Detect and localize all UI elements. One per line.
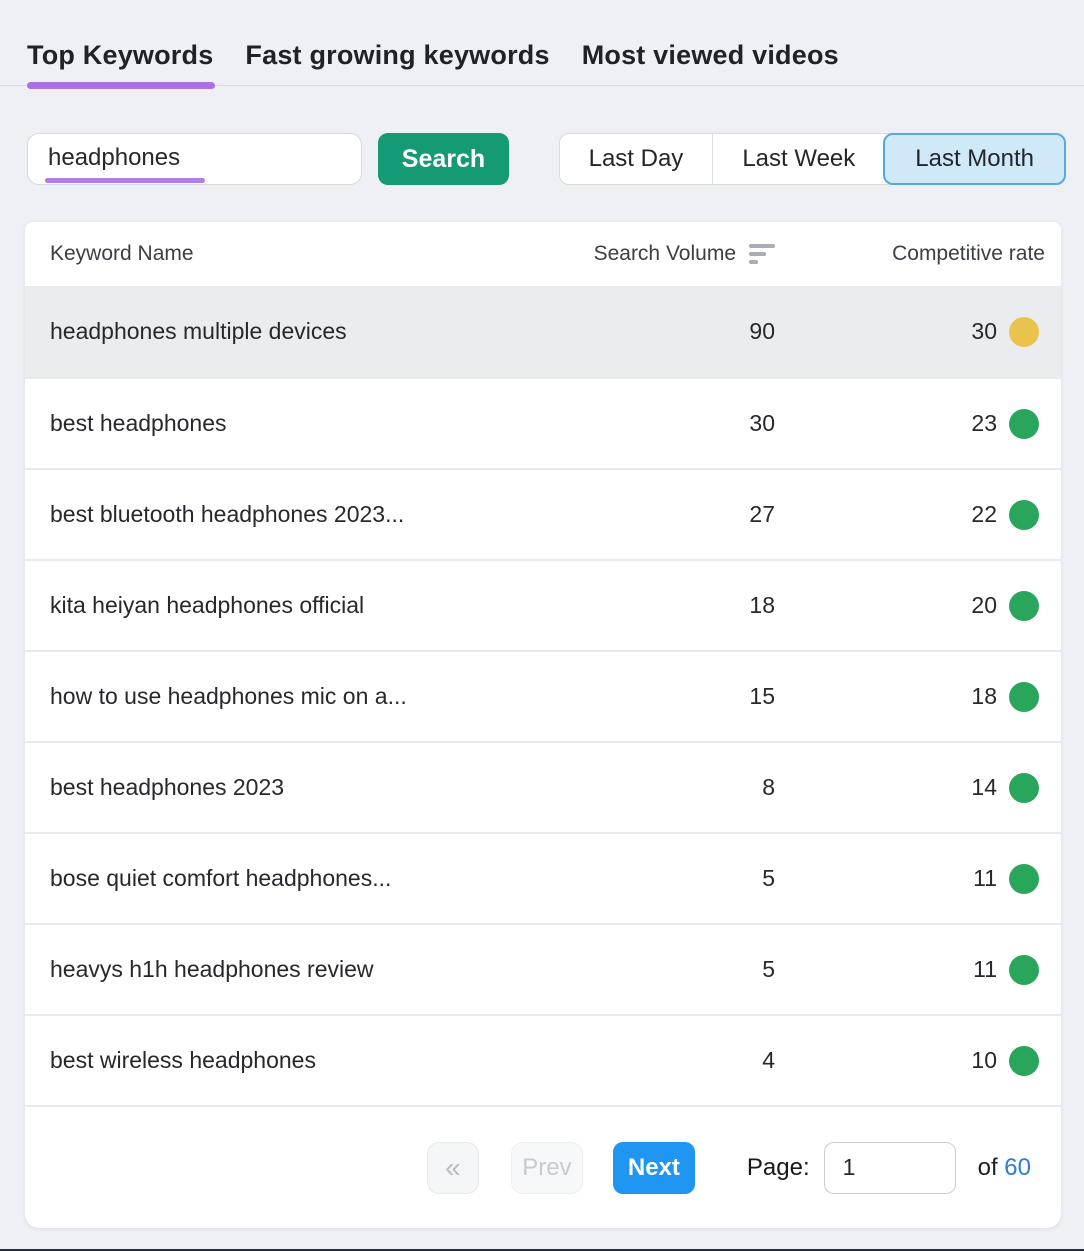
competitive-rate-cell: 20	[775, 591, 1061, 621]
table-body: headphones multiple devices 90 30 best h…	[25, 286, 1061, 1105]
table-row[interactable]: how to use headphones mic on a... 15 18	[25, 650, 1061, 741]
search-input[interactable]	[27, 133, 362, 185]
rate-dot-icon	[1009, 409, 1039, 439]
rate-value: 14	[971, 774, 997, 801]
competitive-rate-cell: 14	[775, 773, 1061, 803]
search-button[interactable]: Search	[378, 133, 509, 185]
results-table-card: Keyword Name Search Volume Competitive r…	[25, 222, 1061, 1228]
tab-fast-growing-keywords[interactable]: Fast growing keywords	[245, 40, 549, 85]
rate-value: 20	[971, 592, 997, 619]
filter-last-day[interactable]: Last Day	[560, 134, 713, 184]
time-filter-group: Last Day Last Week Last Month	[559, 133, 1066, 185]
rate-value: 18	[971, 683, 997, 710]
competitive-rate-cell: 11	[775, 864, 1061, 894]
keyword-cell: best bluetooth headphones 2023...	[25, 501, 525, 528]
keyword-cell: best headphones	[25, 410, 525, 437]
rate-dot-icon	[1009, 773, 1039, 803]
table-row[interactable]: best headphones 30 23	[25, 377, 1061, 468]
rate-value: 30	[971, 318, 997, 345]
next-page-button[interactable]: Next	[613, 1142, 695, 1194]
filter-last-week[interactable]: Last Week	[712, 134, 884, 184]
controls-row: Search Last Day Last Week Last Month	[27, 133, 1066, 185]
table-row[interactable]: heavys h1h headphones review 5 11	[25, 923, 1061, 1014]
rate-value: 11	[973, 865, 997, 892]
table-row[interactable]: bose quiet comfort headphones... 5 11	[25, 832, 1061, 923]
keyword-cell: bose quiet comfort headphones...	[25, 865, 525, 892]
tab-bar: Top Keywords Fast growing keywords Most …	[0, 0, 1084, 86]
search-volume-cell: 30	[525, 410, 775, 437]
rate-dot-icon	[1009, 591, 1039, 621]
tab-top-keywords[interactable]: Top Keywords	[27, 40, 213, 85]
page-number-input[interactable]	[824, 1142, 956, 1194]
table-row[interactable]: best headphones 2023 8 14	[25, 741, 1061, 832]
table-row[interactable]: headphones multiple devices 90 30	[25, 286, 1061, 377]
rate-dot-icon	[1009, 500, 1039, 530]
page-total: of 60	[978, 1154, 1031, 1182]
keyword-cell: how to use headphones mic on a...	[25, 683, 525, 710]
search-volume-cell: 27	[525, 501, 775, 528]
sort-descending-icon[interactable]	[749, 244, 775, 264]
rate-value: 22	[971, 501, 997, 528]
search-volume-cell: 90	[525, 318, 775, 345]
keyword-cell: best wireless headphones	[25, 1047, 525, 1074]
search-volume-cell: 15	[525, 683, 775, 710]
filter-last-month[interactable]: Last Month	[883, 133, 1066, 185]
competitive-rate-cell: 23	[775, 409, 1061, 439]
competitive-rate-cell: 30	[775, 317, 1061, 347]
competitive-rate-cell: 18	[775, 682, 1061, 712]
search-volume-cell: 5	[525, 865, 775, 892]
table-row[interactable]: best wireless headphones 4 10	[25, 1014, 1061, 1105]
rate-dot-icon	[1009, 955, 1039, 985]
search-field-wrapper	[27, 133, 362, 185]
rate-value: 23	[971, 410, 997, 437]
table-row[interactable]: best bluetooth headphones 2023... 27 22	[25, 468, 1061, 559]
total-pages-link[interactable]: 60	[1004, 1154, 1031, 1181]
keyword-cell: headphones multiple devices	[25, 318, 525, 345]
rate-value: 11	[973, 956, 997, 983]
column-header-competitive-rate: Competitive rate	[775, 242, 1061, 266]
tab-most-viewed-videos[interactable]: Most viewed videos	[582, 40, 839, 85]
search-volume-label: Search Volume	[594, 242, 736, 266]
search-volume-cell: 4	[525, 1047, 775, 1074]
competitive-rate-cell: 22	[775, 500, 1061, 530]
table-header-row: Keyword Name Search Volume Competitive r…	[25, 222, 1061, 286]
search-volume-cell: 5	[525, 956, 775, 983]
search-volume-cell: 8	[525, 774, 775, 801]
rate-dot-icon	[1009, 1046, 1039, 1076]
pagination-bar: « Prev Next Page: of 60	[25, 1105, 1061, 1228]
competitive-rate-cell: 11	[775, 955, 1061, 985]
prev-page-button[interactable]: Prev	[511, 1142, 583, 1194]
column-header-keyword-name: Keyword Name	[25, 242, 525, 266]
rate-dot-icon	[1009, 317, 1039, 347]
rate-dot-icon	[1009, 864, 1039, 894]
table-row[interactable]: kita heiyan headphones official 18 20	[25, 559, 1061, 650]
page-label: Page:	[747, 1154, 810, 1182]
keyword-cell: heavys h1h headphones review	[25, 956, 525, 983]
rate-dot-icon	[1009, 682, 1039, 712]
first-page-button[interactable]: «	[427, 1142, 479, 1194]
of-label: of	[978, 1154, 998, 1181]
rate-value: 10	[971, 1047, 997, 1074]
search-volume-cell: 18	[525, 592, 775, 619]
column-header-search-volume[interactable]: Search Volume	[525, 242, 775, 266]
keyword-cell: kita heiyan headphones official	[25, 592, 525, 619]
keyword-cell: best headphones 2023	[25, 774, 525, 801]
competitive-rate-cell: 10	[775, 1046, 1061, 1076]
